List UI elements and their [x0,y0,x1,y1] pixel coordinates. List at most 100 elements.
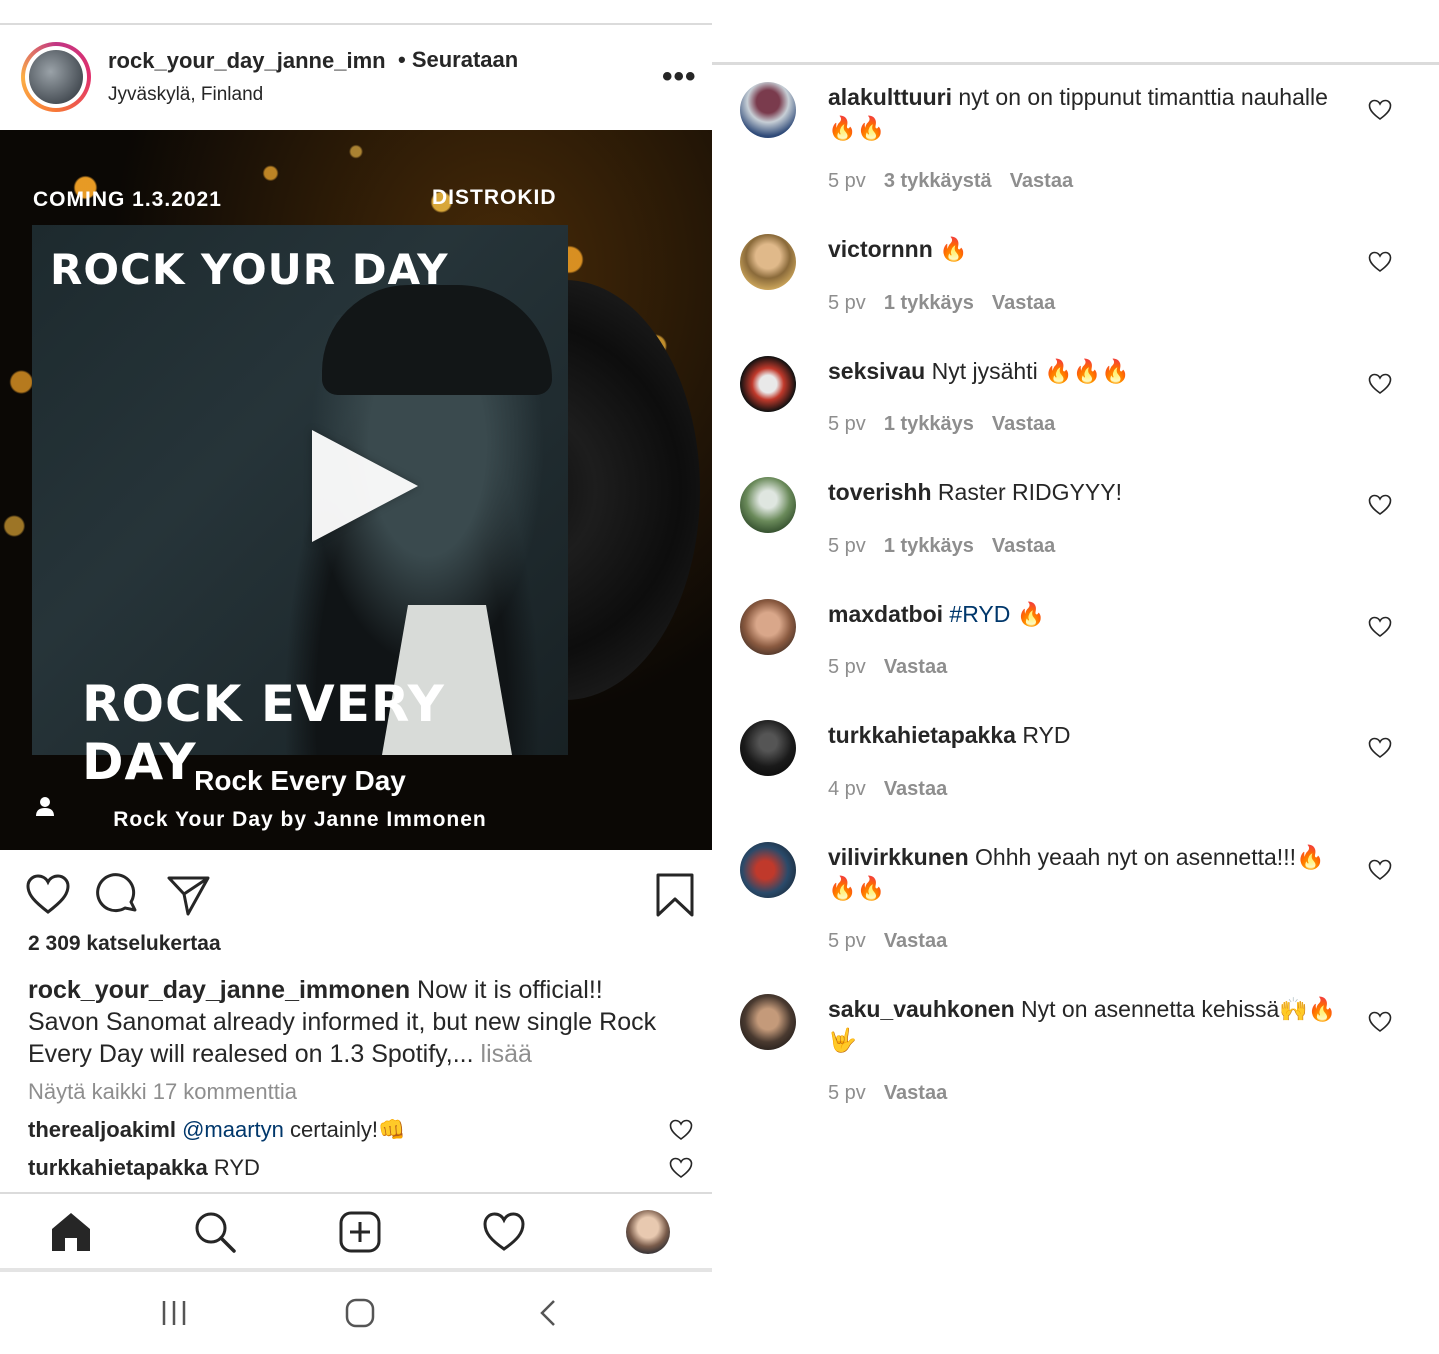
home-icon[interactable] [49,1210,93,1254]
like-heart-icon[interactable] [1368,494,1392,516]
more-icon[interactable]: ••• [662,60,697,94]
activity-heart-icon[interactable] [482,1210,526,1254]
like-heart-icon[interactable] [1368,251,1392,273]
avatar[interactable] [740,599,796,655]
comment-author[interactable]: victornnn [828,236,933,262]
divider [0,23,719,25]
comment-time: 5 pv [828,292,866,314]
avatar[interactable] [740,356,796,412]
like-heart-icon[interactable] [25,872,71,918]
view-all-comments-link[interactable]: Näytä kaikki 17 kommenttia [28,1079,297,1105]
comment-meta: 5 pv 1 tykkäys Vastaa [828,413,1073,436]
like-heart-icon[interactable] [1368,373,1392,395]
comment-meta: 5 pv Vastaa [828,1082,965,1105]
comment-author[interactable]: seksivau [828,358,925,384]
recent-apps-icon[interactable] [159,1298,189,1328]
like-heart-icon[interactable] [1368,616,1392,638]
comment-author[interactable]: saku_vauhkonen [828,996,1015,1022]
new-post-icon[interactable] [338,1210,382,1254]
comment-body: saku_vauhkonen Nyt on asennetta kehissä🙌… [828,994,1348,1056]
comment-author[interactable]: maxdatboi [828,601,943,627]
comment-text: 🔥 [1010,601,1046,627]
comment-meta: 5 pv 1 tykkäys Vastaa [828,292,1073,315]
comment-time: 5 pv [828,170,866,192]
system-nav-bar [0,1272,719,1354]
avatar[interactable] [740,842,796,898]
comment-meta: 4 pv Vastaa [828,778,965,801]
comment-likes[interactable]: 3 tykkäystä [884,170,992,192]
avatar[interactable] [740,720,796,776]
comment-time: 4 pv [828,778,866,800]
comments-panel: alakulttuuri nyt on on tippunut timantti… [712,0,1439,1354]
comment-likes[interactable]: 1 tykkäys [884,535,974,557]
reply-button[interactable]: Vastaa [992,292,1055,314]
comment-hashtag[interactable]: #RYD [943,601,1010,627]
follow-status[interactable]: • Seurataan [398,47,518,73]
back-icon[interactable] [534,1298,564,1328]
comment-meta: 5 pv Vastaa [828,930,965,953]
post-username[interactable]: rock_your_day_janne_imn [108,48,393,74]
comment-author[interactable]: turkkahietapakka [828,722,1016,748]
comment-likes[interactable]: 1 tykkäys [884,413,974,435]
comment-time: 5 pv [828,413,866,435]
caption-author[interactable]: rock_your_day_janne_immonen [28,976,410,1004]
like-heart-icon[interactable] [1368,859,1392,881]
comment-time: 5 pv [828,535,866,557]
reply-button[interactable]: Vastaa [884,656,947,678]
like-heart-icon[interactable] [669,1157,693,1179]
comment-mention[interactable]: @maartyn [182,1117,284,1142]
reply-button[interactable]: Vastaa [992,413,1055,435]
like-heart-icon[interactable] [669,1119,693,1141]
home-button-icon[interactable] [345,1298,375,1328]
avatar[interactable] [740,234,796,290]
avatar[interactable] [740,994,796,1050]
reply-button[interactable]: Vastaa [884,778,947,800]
song-artist: Rock Your Day by Janne Immonen [113,808,487,831]
search-icon[interactable] [193,1210,237,1254]
comment-body: alakulttuuri nyt on on tippunut timantti… [828,82,1348,144]
comment-author[interactable]: toverishh [828,479,932,505]
post-location[interactable]: Jyväskylä, Finland [108,84,263,106]
comment-body: victornnn 🔥 [828,234,1348,265]
comment-time: 5 pv [828,930,866,952]
divider [712,62,1439,65]
play-icon[interactable] [312,430,418,542]
comment-meta: 5 pv 3 tykkäystä Vastaa [828,170,1091,193]
caption-more-link[interactable]: lisää [481,1040,532,1068]
reply-button[interactable]: Vastaa [992,535,1055,557]
avatar[interactable] [740,82,796,138]
user-tag-icon[interactable] [34,795,56,817]
like-heart-icon[interactable] [1368,1011,1392,1033]
like-heart-icon[interactable] [1368,737,1392,759]
post-caption: rock_your_day_janne_immonen Now it is of… [28,974,668,1070]
comment-author[interactable]: therealjoakiml [28,1117,176,1142]
preview-comment: therealjoakiml @maartyn certainly!👊 [28,1117,405,1143]
avatar[interactable] [740,477,796,533]
story-avatar[interactable] [21,42,91,112]
like-heart-icon[interactable] [1368,99,1392,121]
post-actions [0,860,719,930]
comment-time: 5 pv [828,1082,866,1104]
avatar [29,50,83,104]
comment-text: Nyt jysähti 🔥🔥🔥 [925,358,1130,384]
comment-text: Raster RIDGYYY! [931,479,1122,505]
profile-avatar[interactable] [626,1210,670,1254]
comment-icon[interactable] [95,872,141,918]
comment-body: maxdatboi #RYD 🔥 [828,599,1348,630]
distributor-logo: DISTROKID [432,186,557,209]
reply-button[interactable]: Vastaa [884,930,947,952]
reply-button[interactable]: Vastaa [1010,170,1073,192]
reply-button[interactable]: Vastaa [884,1082,947,1104]
comment-body: vilivirkkunen Ohhh yeaah nyt on asennett… [828,842,1348,904]
comment-author[interactable]: vilivirkkunen [828,844,969,870]
post-header: rock_your_day_janne_imn • Seurataan Jyvä… [0,30,719,130]
bookmark-icon[interactable] [652,872,698,918]
post-video[interactable]: COMING 1.3.2021 DISTROKID ROCK YOUR DAY … [0,130,712,850]
view-count[interactable]: 2 309 katselukertaa [28,932,221,956]
comment-meta: 5 pv 1 tykkäys Vastaa [828,535,1073,558]
comment-likes[interactable]: 1 tykkäys [884,292,974,314]
share-icon[interactable] [166,872,212,918]
comment-text: RYD [1015,722,1071,748]
comment-author[interactable]: alakulttuuri [828,84,952,110]
comment-author[interactable]: turkkahietapakka [28,1155,208,1180]
